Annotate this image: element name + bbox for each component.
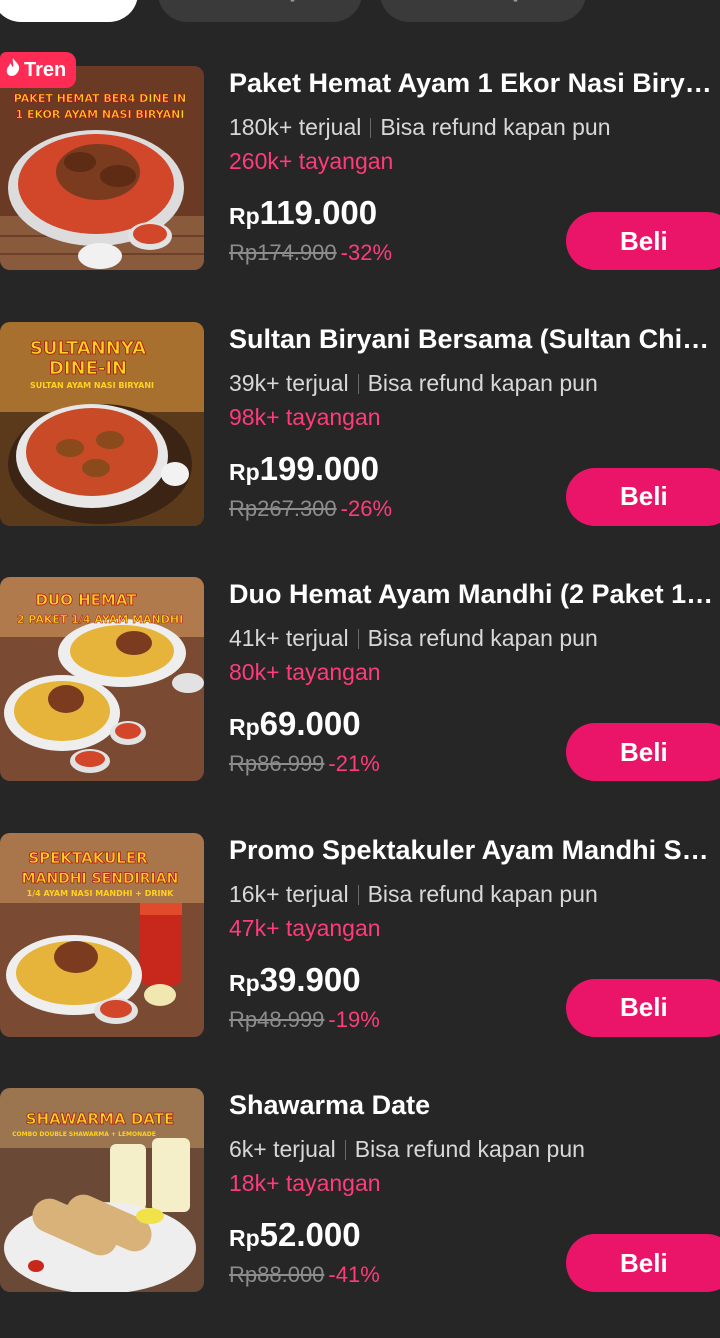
price-value: 52.000 bbox=[259, 1216, 361, 1253]
price-currency: Rp bbox=[229, 1225, 260, 1251]
divider bbox=[357, 884, 359, 905]
product-image[interactable]: PAKET HEMAT BER4 DINE IN 1 EKOR AYAM NAS… bbox=[0, 66, 204, 270]
banner-text: MANDHI SENDIRIAN bbox=[22, 871, 179, 887]
flame-icon bbox=[6, 58, 20, 82]
banner-text: PAKET HEMAT BER4 DINE IN bbox=[14, 92, 187, 105]
product-meta: 16k+ terjual Bisa refund kapan pun bbox=[229, 881, 598, 908]
original-price: Rp267.300 bbox=[229, 495, 337, 521]
product-item[interactable]: SHAWARMA DATE COMBO DOUBLE SHAWARMA + LE… bbox=[0, 1082, 720, 1338]
buy-button[interactable]: Beli bbox=[566, 212, 720, 270]
banner-text: DINE-IN bbox=[49, 358, 127, 379]
product-title[interactable]: Promo Spektakuler Ayam Mandhi Sendirian bbox=[229, 835, 719, 866]
discount-percent: -32% bbox=[340, 240, 393, 265]
refund-text: Bisa refund kapan pun bbox=[367, 369, 598, 396]
price: Rp69.000 bbox=[229, 705, 361, 743]
banner-text: SHAWARMA DATE bbox=[26, 1110, 174, 1128]
discount-percent: -21% bbox=[328, 751, 380, 776]
product-meta: 180k+ terjual Bisa refund kapan pun bbox=[229, 114, 611, 141]
product-item[interactable]: SPEKTAKULER MANDHI SENDIRIAN 1/4 AYAM NA… bbox=[0, 827, 720, 1083]
buy-button[interactable]: Beli bbox=[566, 978, 720, 1037]
banner-text: SULTANNYA bbox=[30, 338, 146, 359]
divider bbox=[357, 373, 359, 394]
view-count: 98k+ tayangan bbox=[229, 403, 381, 430]
price: Rp119.000 bbox=[229, 194, 377, 232]
refund-text: Bisa refund kapan pun bbox=[367, 625, 598, 651]
filter-chip-2-pax[interactable]: Untuk 2 pax bbox=[380, 0, 586, 22]
refund-text: Bisa refund kapan pun bbox=[354, 1136, 585, 1162]
price-currency: Rp bbox=[229, 203, 260, 229]
trend-badge: Tren bbox=[0, 52, 77, 88]
view-count: 80k+ tayangan bbox=[229, 659, 381, 685]
price: Rp199.000 bbox=[229, 450, 379, 488]
product-list: Tren PAKET HEMAT BER4 DINE IN 1 EKOR AYA… bbox=[0, 52, 720, 1338]
original-price: Rp88.000 bbox=[229, 1262, 325, 1287]
product-meta: 41k+ terjual Bisa refund kapan pun bbox=[229, 625, 598, 652]
price-currency: Rp bbox=[229, 714, 260, 740]
original-price-row: Rp267.300 -26% bbox=[229, 496, 392, 522]
original-price-row: Rp174.900 -32% bbox=[229, 240, 392, 266]
original-price: Rp86.999 bbox=[229, 751, 325, 776]
sold-count: 41k+ terjual bbox=[229, 625, 349, 651]
refund-text: Bisa refund kapan pun bbox=[367, 880, 598, 907]
buy-button[interactable]: Beli bbox=[566, 467, 720, 526]
view-count: 18k+ tayangan bbox=[229, 1170, 381, 1196]
sold-count: 39k+ terjual bbox=[229, 369, 349, 396]
product-meta: 6k+ terjual Bisa refund kapan pun bbox=[229, 1136, 585, 1163]
banner-text: DUO HEMAT bbox=[35, 591, 137, 609]
product-image[interactable]: SHAWARMA DATE COMBO DOUBLE SHAWARMA + LE… bbox=[0, 1088, 204, 1292]
refund-text: Bisa refund kapan pun bbox=[380, 114, 611, 140]
price-value: 39.900 bbox=[259, 960, 361, 998]
price-currency: Rp bbox=[229, 458, 260, 485]
original-price: Rp48.999 bbox=[229, 1006, 325, 1032]
divider bbox=[357, 629, 359, 649]
original-price-row: Rp86.999 -21% bbox=[229, 751, 380, 777]
original-price-row: Rp88.000 -41% bbox=[229, 1262, 380, 1288]
banner-text: 1 EKOR AYAM NASI BIRYANI bbox=[16, 108, 185, 121]
filter-chips: Semua Untuk 1 pax Untuk 2 pax bbox=[0, 0, 720, 24]
banner-text: 2 PAKET 1/4 AYAM MANDHI bbox=[17, 613, 183, 626]
product-image[interactable]: SULTANNYA DINE-IN SULTAN AYAM NASI BIRYA… bbox=[0, 321, 204, 526]
price: Rp52.000 bbox=[229, 1216, 361, 1254]
product-item[interactable]: SULTANNYA DINE-IN SULTAN AYAM NASI BIRYA… bbox=[0, 316, 720, 572]
divider bbox=[344, 1140, 346, 1160]
product-title[interactable]: Sultan Biryani Bersama (Sultan Chicken B… bbox=[229, 324, 719, 355]
original-price: Rp174.900 bbox=[229, 240, 337, 265]
product-image[interactable]: SPEKTAKULER MANDHI SENDIRIAN 1/4 AYAM NA… bbox=[0, 832, 204, 1037]
discount-percent: -41% bbox=[328, 1262, 380, 1287]
banner-text: 1/4 AYAM NASI MANDHI + DRINK bbox=[27, 889, 175, 898]
divider bbox=[370, 118, 372, 138]
sold-count: 6k+ terjual bbox=[229, 1136, 336, 1162]
sold-count: 16k+ terjual bbox=[229, 880, 349, 907]
filter-chip-semua[interactable]: Semua bbox=[0, 0, 138, 22]
price: Rp39.900 bbox=[229, 961, 361, 999]
sold-count: 180k+ terjual bbox=[229, 114, 362, 140]
product-meta: 39k+ terjual Bisa refund kapan pun bbox=[229, 370, 598, 397]
product-title[interactable]: Paket Hemat Ayam 1 Ekor Nasi Biryani Ber… bbox=[229, 68, 719, 99]
discount-percent: -19% bbox=[328, 1006, 380, 1032]
filter-chip-1-pax[interactable]: Untuk 1 pax bbox=[158, 0, 362, 22]
discount-percent: -26% bbox=[340, 495, 393, 521]
banner-text: COMBO DOUBLE SHAWARMA + LEMONADE bbox=[12, 1131, 156, 1138]
price-value: 69.000 bbox=[259, 705, 361, 742]
price-value: 119.000 bbox=[259, 194, 378, 231]
buy-button[interactable]: Beli bbox=[566, 1234, 720, 1292]
product-title[interactable]: Duo Hemat Ayam Mandhi (2 Paket 1/4 Ayam … bbox=[229, 579, 719, 610]
product-image[interactable]: DUO HEMAT 2 PAKET 1/4 AYAM MANDHI bbox=[0, 577, 204, 781]
product-item[interactable]: DUO HEMAT 2 PAKET 1/4 AYAM MANDHI Duo He… bbox=[0, 571, 720, 827]
trend-badge-label: Tren bbox=[24, 58, 67, 81]
product-title[interactable]: Shawarma Date bbox=[229, 1090, 719, 1121]
product-item[interactable]: Tren PAKET HEMAT BER4 DINE IN 1 EKOR AYA… bbox=[0, 52, 720, 316]
price-value: 199.000 bbox=[259, 449, 379, 487]
buy-button[interactable]: Beli bbox=[566, 723, 720, 781]
view-count: 260k+ tayangan bbox=[229, 148, 394, 174]
view-count: 47k+ tayangan bbox=[229, 914, 381, 941]
banner-text: SULTAN AYAM NASI BIRYANI bbox=[30, 381, 154, 390]
original-price-row: Rp48.999 -19% bbox=[229, 1007, 380, 1033]
price-currency: Rp bbox=[229, 969, 260, 996]
banner-text: SPEKTAKULER bbox=[28, 849, 148, 867]
